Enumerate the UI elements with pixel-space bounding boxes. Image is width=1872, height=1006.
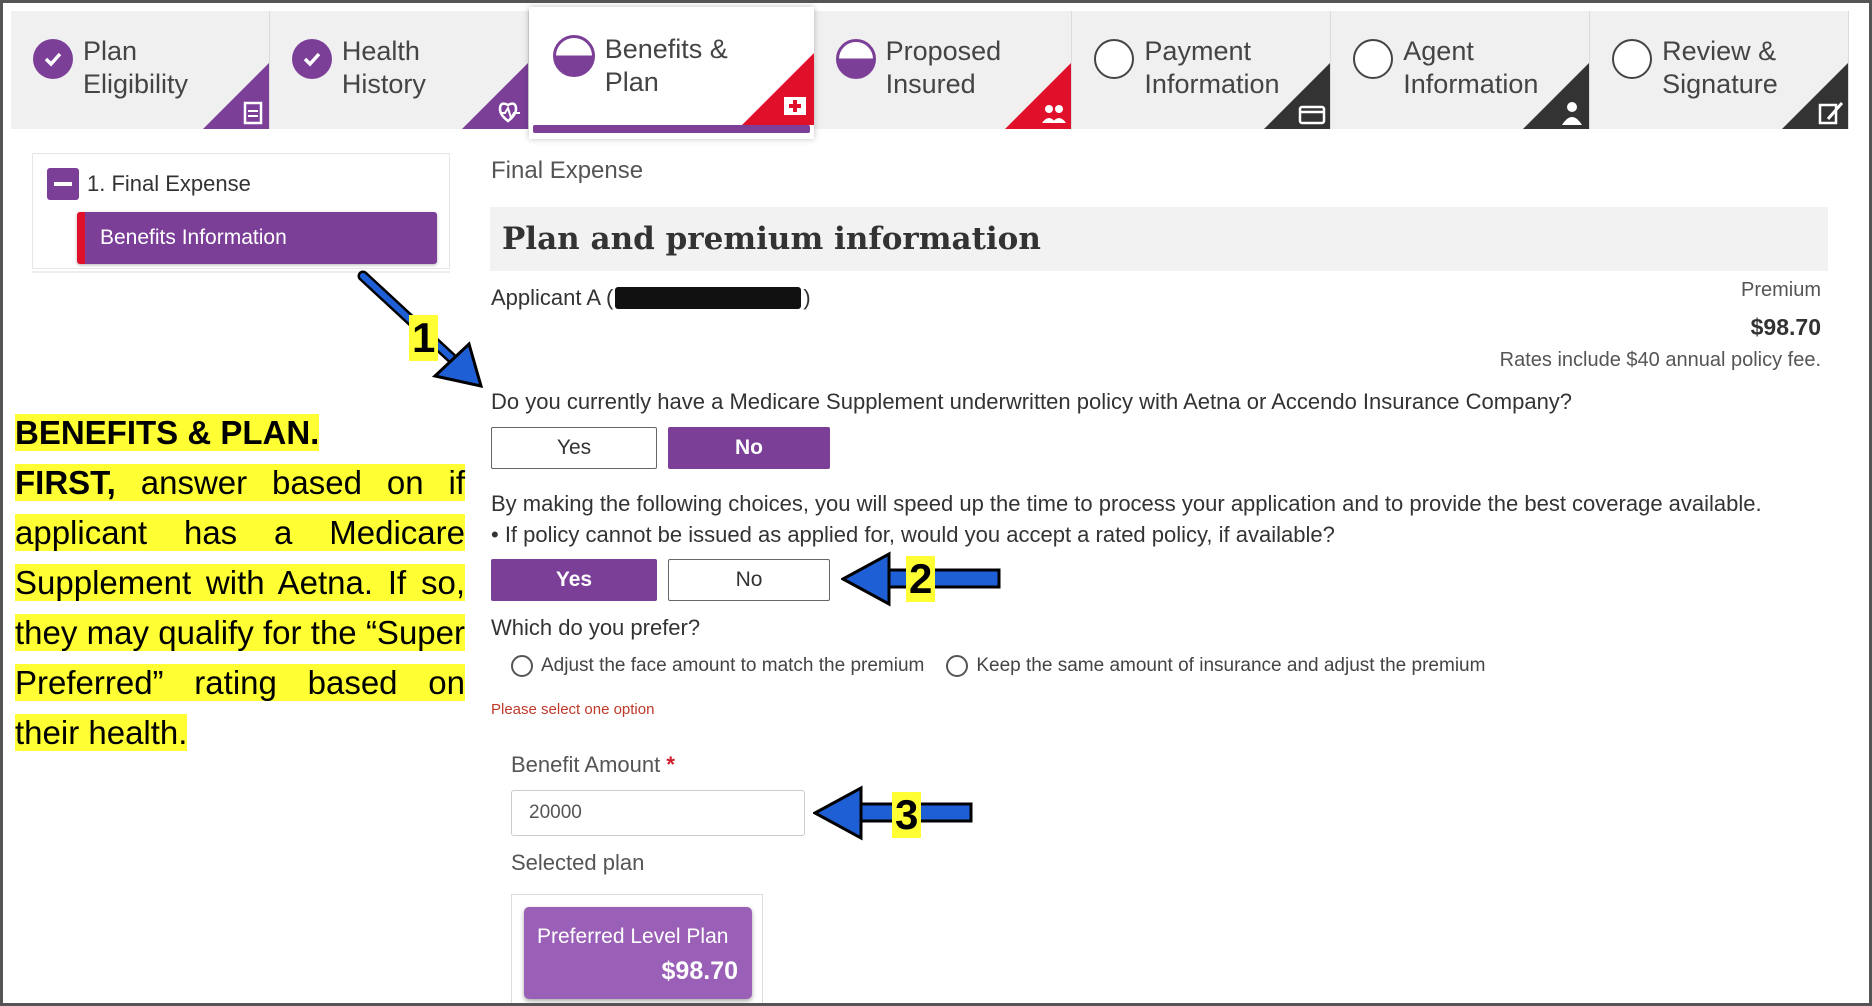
question-preference: Which do you prefer? [491, 615, 701, 640]
sidebar: 1. Final Expense Benefits Information [32, 153, 450, 269]
tab-label-line1: Review & [1662, 36, 1777, 66]
plan-card-preferred-level[interactable]: Preferred Level Plan $98.70 [524, 907, 752, 999]
radio-adjust-face-amount[interactable] [511, 655, 533, 677]
premium-label: Premium [1740, 279, 1821, 301]
validation-error: Please select one option [491, 701, 655, 718]
tab-label-line2: History [341, 69, 426, 99]
check-icon [291, 39, 332, 79]
marker-3: 3 [892, 792, 922, 838]
breadcrumb: Final Expense [491, 157, 644, 184]
collapse-icon[interactable] [47, 168, 79, 200]
premium-summary: Premium $98.70 Rates include $40 annual … [1500, 279, 1821, 372]
q2-no-button[interactable]: No [668, 559, 830, 601]
tab-agent-information[interactable]: Agent Information [1331, 11, 1591, 129]
annotation-title: BENEFITS & PLAN. [15, 414, 320, 451]
premium-note: Rates include $40 annual policy fee. [1499, 349, 1821, 371]
active-tab-indicator [532, 125, 810, 133]
tab-label-line1: Proposed [885, 36, 1002, 66]
sidebar-section[interactable]: 1. Final Expense [47, 168, 251, 200]
tab-payment-information[interactable]: Payment Information [1072, 11, 1332, 129]
radio-keep-amount[interactable] [946, 655, 969, 677]
applicant-name: Applicant A ( ) [491, 285, 811, 311]
progress-tabs: Plan Eligibility Health History Benefits &… [11, 7, 1849, 139]
radio-label-keep-amount: Keep the same amount of insurance and ad… [976, 655, 1486, 676]
plan-name: Preferred Level Plan [537, 925, 729, 948]
q1-no-button[interactable]: No [668, 427, 830, 469]
selected-plan-label: Selected plan [511, 850, 645, 875]
tab-label-line1: Payment [1144, 36, 1251, 66]
benefit-amount-label: Benefit Amount * [511, 752, 675, 778]
required-marker: * [666, 752, 675, 777]
applicant-suffix: ) [803, 285, 811, 310]
tab-proposed-insured[interactable]: Proposed Insured [813, 11, 1073, 129]
question-rated-policy: • If policy cannot be issued as applied … [491, 522, 1335, 547]
empty-circle-icon [1353, 39, 1394, 79]
people-icon [1005, 63, 1072, 129]
sidebar-section-label: 1. Final Expense [87, 171, 251, 196]
speed-up-intro: By making the following choices, you wil… [491, 491, 1762, 516]
signature-icon [1782, 63, 1848, 129]
marker-1: 1 [409, 315, 439, 361]
tab-label-line2: Signature [1662, 69, 1778, 99]
half-progress-icon [552, 35, 595, 77]
radio-label-adjust-face-amount: Adjust the face amount to match the prem… [541, 655, 925, 676]
half-progress-icon [835, 39, 876, 79]
page-title: Plan and premium information [502, 221, 1041, 257]
annotation-body-2: applicant has a Medicare Supplement with… [15, 514, 465, 751]
plan-price: $98.70 [661, 957, 738, 985]
tab-label-line2: Plan [604, 67, 659, 97]
annotation-body-1: answer based on if [140, 464, 465, 501]
selected-plan-container: Preferred Level Plan $98.70 [511, 894, 763, 1003]
redacted-name [615, 287, 802, 309]
check-icon [33, 39, 73, 79]
tab-benefits-plan[interactable]: Benefits & Plan [528, 7, 814, 139]
screenshot-frame: Plan Eligibility Health History Benefits &… [0, 0, 1872, 1006]
tab-label-line1: Plan [83, 36, 138, 66]
marker-2: 2 [906, 556, 936, 602]
tab-label-line2: Information [1403, 69, 1539, 99]
q2-yes-button[interactable]: Yes [491, 559, 657, 601]
premium-value: $98.70 [1750, 314, 1821, 340]
annotation-note: BENEFITS & PLAN. FIRST, answer based on … [15, 408, 465, 758]
tab-label-line1: Benefits & [604, 34, 728, 64]
tab-review-signature[interactable]: Review & Signature [1590, 11, 1849, 129]
sidebar-item-benefits-information[interactable]: Benefits Information [77, 212, 437, 264]
tab-label-line2: Insured [885, 69, 976, 99]
tab-health-history[interactable]: Health History [269, 11, 529, 129]
tab-label-line1: Health [341, 36, 420, 66]
benefit-amount-input[interactable]: 20000 [511, 790, 805, 836]
applicant-prefix: Applicant A ( [491, 285, 614, 310]
empty-circle-icon [1612, 39, 1653, 79]
benefit-amount-label-text: Benefit Amount [511, 752, 661, 777]
tab-label-line2: Information [1144, 69, 1280, 99]
heartbeat-icon [461, 63, 528, 129]
tab-label-line2: Eligibility [83, 69, 189, 99]
tab-label-line1: Agent [1403, 36, 1474, 66]
annotation-first: FIRST, [15, 464, 116, 501]
empty-circle-icon [1094, 39, 1135, 79]
section-header: Plan and premium information [490, 207, 1828, 271]
medical-plus-icon [741, 53, 814, 125]
agent-icon [1523, 63, 1590, 129]
tab-plan-eligibility[interactable]: Plan Eligibility [11, 11, 270, 129]
q1-yes-button[interactable]: Yes [491, 427, 657, 469]
preference-options: Adjust the face amount to match the prem… [511, 655, 1485, 677]
question-medicare-supplement: Do you currently have a Medicare Supplem… [491, 389, 1573, 414]
document-icon [202, 63, 269, 129]
credit-card-icon [1264, 63, 1331, 129]
